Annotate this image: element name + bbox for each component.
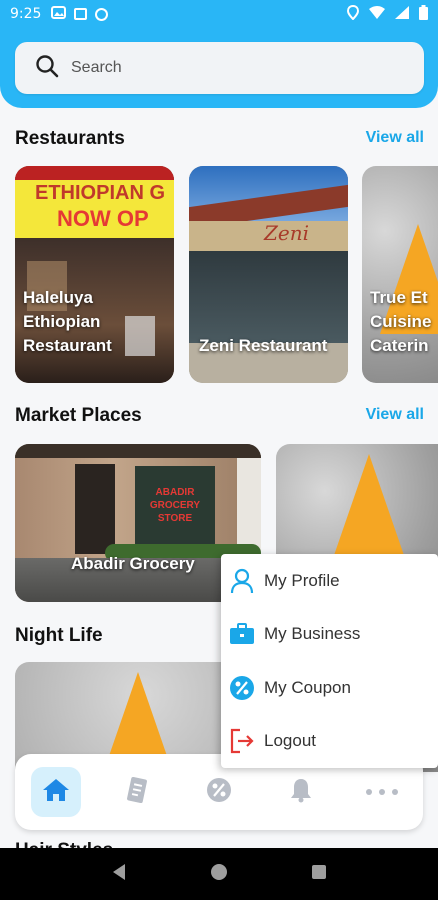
status-time: 9:25 <box>10 6 42 22</box>
battery-icon <box>419 5 428 23</box>
location-icon <box>346 4 360 23</box>
menu-item-label: My Coupon <box>264 677 351 697</box>
logout-icon <box>229 728 255 754</box>
image-icon <box>51 6 67 22</box>
restaurant-card[interactable]: ETHIOPIAN G NOW OP Haleluya Ethiopian Re… <box>15 166 174 383</box>
nav-home[interactable] <box>30 767 81 817</box>
section-title-partial: Hair Styles <box>15 840 113 848</box>
briefcase-icon <box>229 621 255 647</box>
menu-item-label: Logout <box>264 731 316 751</box>
home-icon <box>42 777 70 808</box>
nav-more[interactable] <box>357 767 407 817</box>
restaurant-card[interactable]: Zeni Zeni Restaurant <box>189 166 348 383</box>
menu-item-my-profile[interactable]: My Profile <box>221 554 438 608</box>
search-bar[interactable]: Search <box>15 42 424 94</box>
sim-icon <box>74 8 88 20</box>
nav-notifications[interactable] <box>276 767 326 817</box>
bell-icon <box>289 777 313 808</box>
menu-item-my-business[interactable]: My Business <box>221 608 438 662</box>
section-title-restaurants: Restaurants <box>15 128 125 149</box>
card-title: True Et Cuisine Caterin <box>370 288 432 355</box>
search-icon <box>35 54 59 83</box>
restaurant-card[interactable]: True Et Cuisine Caterin <box>362 166 438 383</box>
wifi-icon <box>369 6 385 22</box>
data-saver-icon <box>95 7 109 21</box>
system-nav-bar <box>0 848 438 900</box>
person-icon <box>229 568 255 594</box>
more-popup-menu: My Profile My Business My Coupon Logout <box>221 554 438 768</box>
receipt-icon <box>123 776 151 809</box>
signal-icon <box>395 6 409 22</box>
back-icon[interactable] <box>111 863 127 886</box>
card-title: Haleluya Ethiopian Restaurant <box>23 288 112 355</box>
status-bar: 9:25 <box>0 0 438 28</box>
card-title: Zeni Restaurant <box>199 336 328 355</box>
nav-coupons[interactable] <box>194 767 244 817</box>
more-icon <box>365 783 399 801</box>
store-sign: Zeni <box>264 221 310 245</box>
store-sign: ETHIOPIAN G NOW OP <box>15 180 174 238</box>
menu-item-label: My Business <box>264 624 361 644</box>
nav-receipt[interactable] <box>112 767 162 817</box>
percent-icon <box>229 675 255 701</box>
percent-icon <box>206 777 232 808</box>
section-title-night-life: Night Life <box>15 625 103 646</box>
view-all-market-places[interactable]: View all <box>366 406 424 424</box>
view-all-restaurants[interactable]: View all <box>366 129 424 147</box>
placeholder-logo <box>331 454 407 564</box>
store-sign: ABADIR GROCERY STORE <box>149 487 201 524</box>
menu-item-my-coupon[interactable]: My Coupon <box>221 661 438 715</box>
recents-icon[interactable] <box>311 864 327 885</box>
section-title-market-places: Market Places <box>15 405 142 426</box>
menu-item-logout[interactable]: Logout <box>221 715 438 769</box>
menu-item-label: My Profile <box>264 570 340 590</box>
search-input[interactable]: Search <box>71 59 122 77</box>
home-circle-icon[interactable] <box>210 863 228 886</box>
